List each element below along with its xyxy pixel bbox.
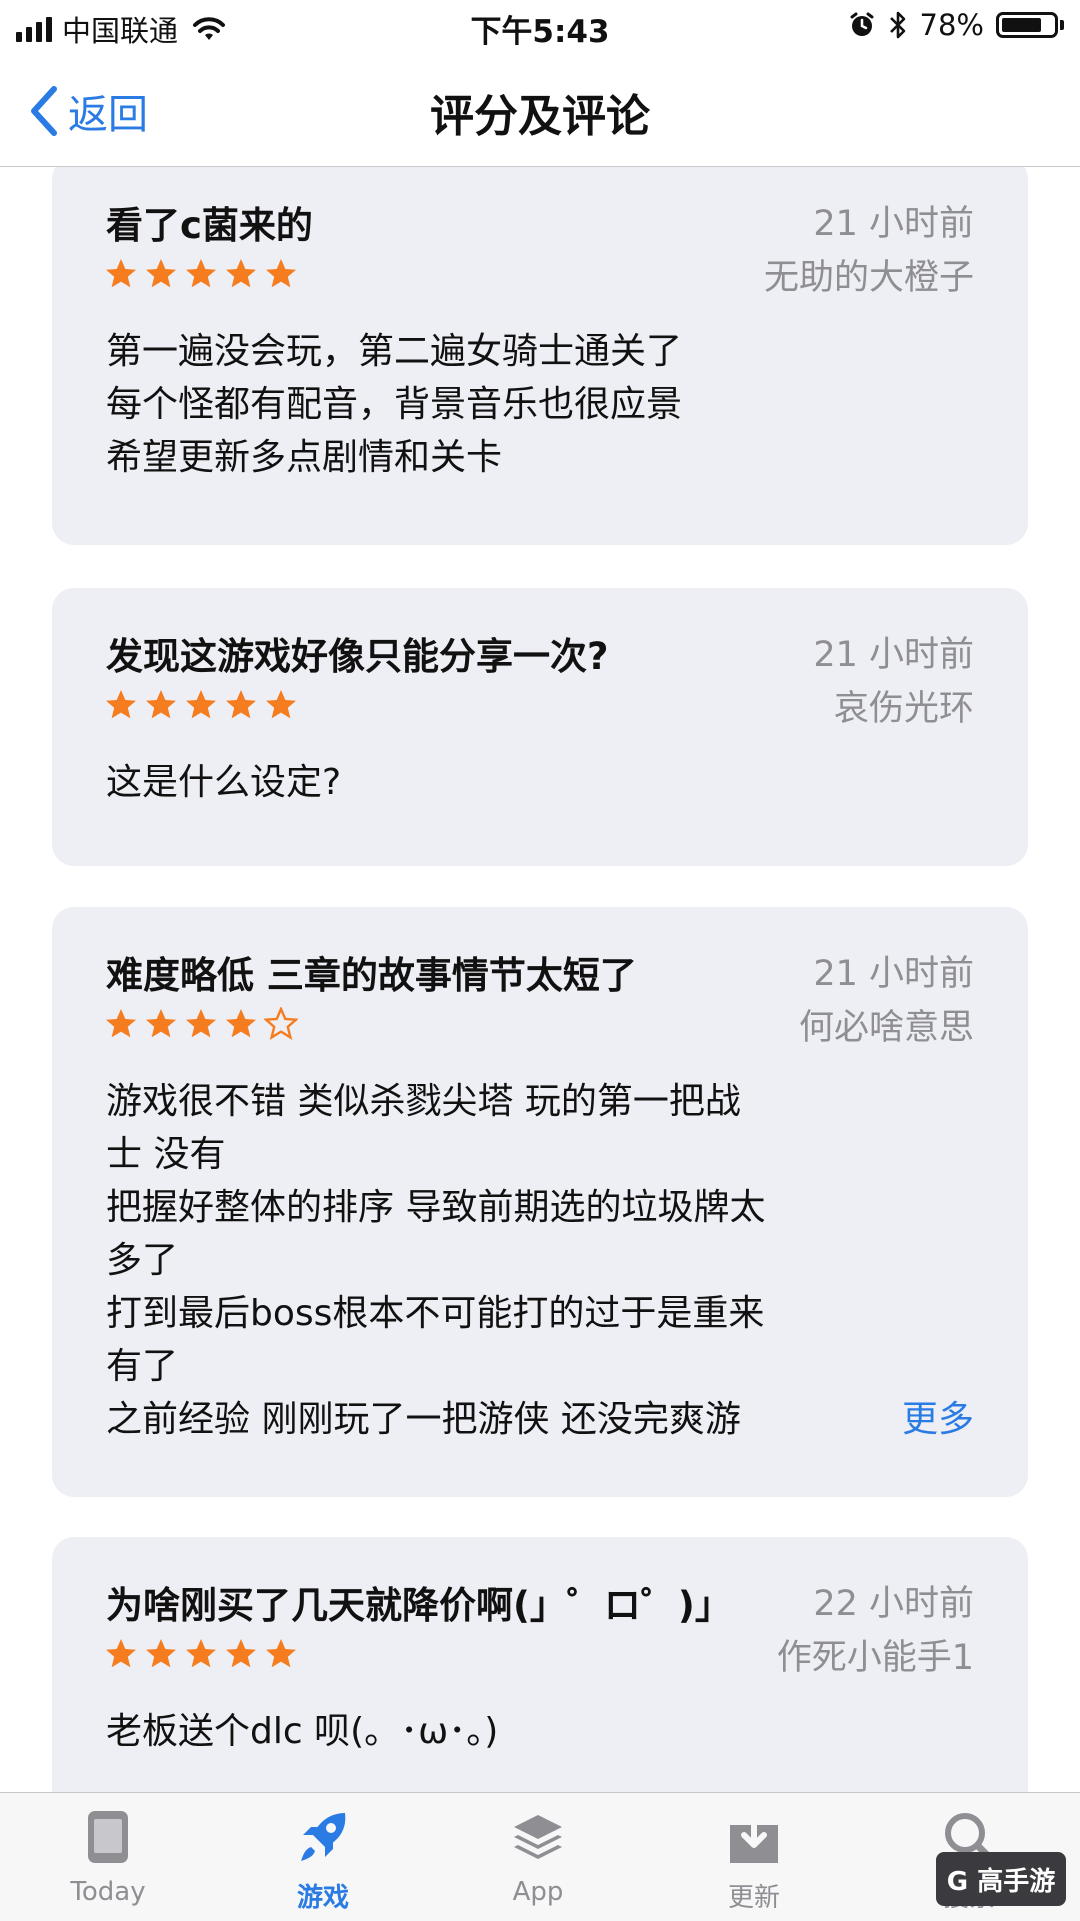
reviews-list[interactable]: 看了c菌来的 21 小时前 无助的大橙子 第一遍没会玩，第二遍女骑士通关了 每个… <box>0 167 1080 1792</box>
star-filled-icon <box>226 1009 256 1038</box>
star-rating <box>104 257 298 291</box>
today-icon <box>88 1811 128 1863</box>
review-body: 老板送个dlc 呗(。･ω･。) <box>106 1711 499 1752</box>
status-bar: 中国联通 下午5:43 78% <box>0 0 1080 54</box>
star-filled-icon <box>186 690 216 719</box>
watermark-text: G 高手游 <box>946 1866 1056 1897</box>
star-filled-icon <box>226 690 256 719</box>
tab-updates[interactable]: 更新 <box>679 1793 829 1921</box>
tab-label: 更新 <box>727 1883 780 1913</box>
text-fade <box>808 1393 868 1446</box>
review-title: 难度略低 三章的故事情节太短了 <box>106 954 637 997</box>
app-stack-icon <box>514 1815 562 1859</box>
tab-bar: Today 游戏 App 更新 搜索 <box>0 1792 1080 1921</box>
tab-label: 游戏 <box>296 1883 349 1913</box>
review-body: 游戏很不错 类似杀戮尖塔 玩的第一把战士 没有 把握好整体的排序 导致前期选的垃… <box>106 1081 766 1440</box>
review-card[interactable]: 发现这游戏好像只能分享一次? 21 小时前 哀伤光环 这是什么设定? <box>52 588 1028 866</box>
star-filled-icon <box>226 259 256 288</box>
review-date: 21 小时前 <box>813 635 974 675</box>
star-rating <box>104 688 298 722</box>
review-body: 第一遍没会玩，第二遍女骑士通关了 每个怪都有配音，背景音乐也很应景 希望更新多点… <box>106 331 683 478</box>
review-body: 这是什么设定? <box>106 762 342 803</box>
review-date: 21 小时前 <box>813 954 974 994</box>
review-date: 21 小时前 <box>813 204 974 244</box>
review-title: 为啥刚买了几天就降价啊(」゜ロ゜)」 <box>106 1584 732 1627</box>
star-rating <box>104 1637 298 1671</box>
watermark-logo: G 高手游 <box>936 1852 1066 1906</box>
star-filled-icon <box>266 1639 296 1668</box>
navigation-bar: 返回 评分及评论 <box>0 54 1080 167</box>
star-filled-icon <box>186 1639 216 1668</box>
star-filled-icon <box>106 259 136 288</box>
review-author[interactable]: 无助的大橙子 <box>764 249 974 300</box>
review-card[interactable]: 看了c菌来的 21 小时前 无助的大橙子 第一遍没会玩，第二遍女骑士通关了 每个… <box>52 167 1028 545</box>
star-filled-icon <box>186 1009 216 1038</box>
star-filled-icon <box>106 1009 136 1038</box>
status-right: 78% <box>848 8 1064 42</box>
battery-fill <box>1002 18 1041 32</box>
battery-icon <box>996 12 1058 38</box>
star-filled-icon <box>106 1639 136 1668</box>
review-card[interactable]: 为啥刚买了几天就降价啊(」゜ロ゜)」 22 小时前 作死小能手1 老板送个dlc… <box>52 1537 1028 1792</box>
bluetooth-icon <box>889 11 905 39</box>
rocket-icon <box>301 1813 346 1861</box>
star-filled-icon <box>186 259 216 288</box>
star-filled-icon <box>146 1009 176 1038</box>
alarm-icon <box>850 12 874 36</box>
tab-today[interactable]: Today <box>33 1793 183 1921</box>
update-download-icon <box>730 1808 778 1863</box>
review-card[interactable]: 难度略低 三章的故事情节太短了 21 小时前 何必啥意思 游戏很不错 类似杀戮尖… <box>52 907 1028 1497</box>
battery-percent: 78% <box>919 8 984 42</box>
star-empty-icon <box>264 1007 298 1040</box>
star-filled-icon <box>146 1639 176 1668</box>
star-filled-icon <box>106 690 136 719</box>
review-title: 发现这游戏好像只能分享一次? <box>106 635 609 678</box>
star-filled-icon <box>226 1639 256 1668</box>
tab-games[interactable]: 游戏 <box>248 1793 398 1921</box>
star-rating <box>104 1007 298 1041</box>
more-link[interactable]: 更多 <box>885 1393 974 1446</box>
tab-label: App <box>512 1877 564 1907</box>
review-date: 22 小时前 <box>813 1584 974 1624</box>
star-filled-icon <box>146 690 176 719</box>
review-author[interactable]: 作死小能手1 <box>777 1629 974 1680</box>
star-filled-icon <box>146 259 176 288</box>
tab-label: Today <box>70 1877 146 1907</box>
page-title: 评分及评论 <box>430 91 650 142</box>
review-author[interactable]: 何必啥意思 <box>799 999 974 1050</box>
star-filled-icon <box>266 259 296 288</box>
review-title: 看了c菌来的 <box>106 204 313 247</box>
review-author[interactable]: 哀伤光环 <box>834 680 974 731</box>
tab-apps[interactable]: App <box>463 1793 613 1921</box>
star-filled-icon <box>266 690 296 719</box>
